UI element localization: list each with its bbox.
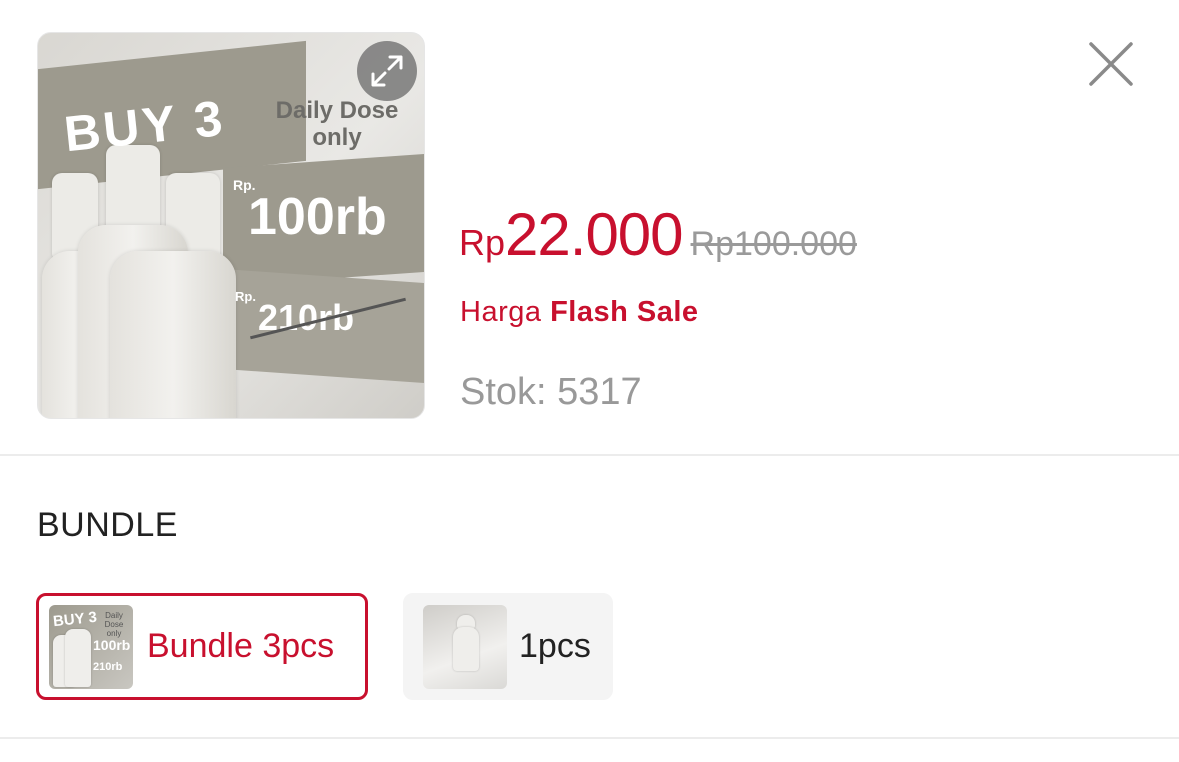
image-old-currency: Rp. [235, 289, 256, 304]
product-variant-sheet: BUY 3 Daily Dose only Rp. 100rb Rp. 210r… [0, 0, 1179, 762]
current-price: 22.000 [505, 201, 684, 268]
expand-image-button[interactable] [357, 41, 417, 101]
divider [0, 737, 1179, 739]
price-currency: Rp [459, 222, 506, 263]
close-button[interactable] [1087, 40, 1135, 88]
variant-option-label: Bundle 3pcs [147, 627, 335, 665]
variant-group-label: BUNDLE [37, 506, 178, 544]
flash-sale-title: Flash Sale [550, 296, 699, 328]
thumbnail-old-price: 210rb [93, 660, 123, 673]
variant-thumbnail [423, 604, 507, 689]
image-promo-price: 100rb [248, 188, 387, 246]
original-price: Rp100.000 [690, 225, 857, 263]
close-icon [1089, 42, 1133, 86]
thumbnail-promo-price: 100rb [93, 636, 131, 653]
stock-count: Stok: 5317 [460, 371, 642, 413]
variant-option-label: 1pcs [519, 627, 591, 665]
bottle [110, 251, 236, 418]
variant-thumbnail: BUY 3 Daily Dose only 100rb 210rb [49, 604, 133, 689]
variant-option-1pcs[interactable]: 1pcs [403, 593, 613, 700]
divider [0, 454, 1179, 456]
variant-option-bundle-3pcs[interactable]: BUY 3 Daily Dose only 100rb 210rb Bundle… [36, 593, 368, 700]
bottle [65, 628, 91, 687]
expand-icon [371, 55, 403, 87]
product-image[interactable]: BUY 3 Daily Dose only Rp. 100rb Rp. 210r… [37, 32, 425, 419]
price-row: Rp22.000 Rp100.000 [459, 200, 857, 280]
bottle [453, 626, 479, 671]
flash-sale-label: Harga Flash Sale [460, 296, 699, 329]
image-subline: Daily Dose only [275, 97, 399, 151]
flash-sale-prefix: Harga [460, 296, 542, 328]
thumbnail-subline: Daily Dose only [104, 610, 124, 638]
thumbnail-headline: BUY 3 [52, 608, 98, 630]
